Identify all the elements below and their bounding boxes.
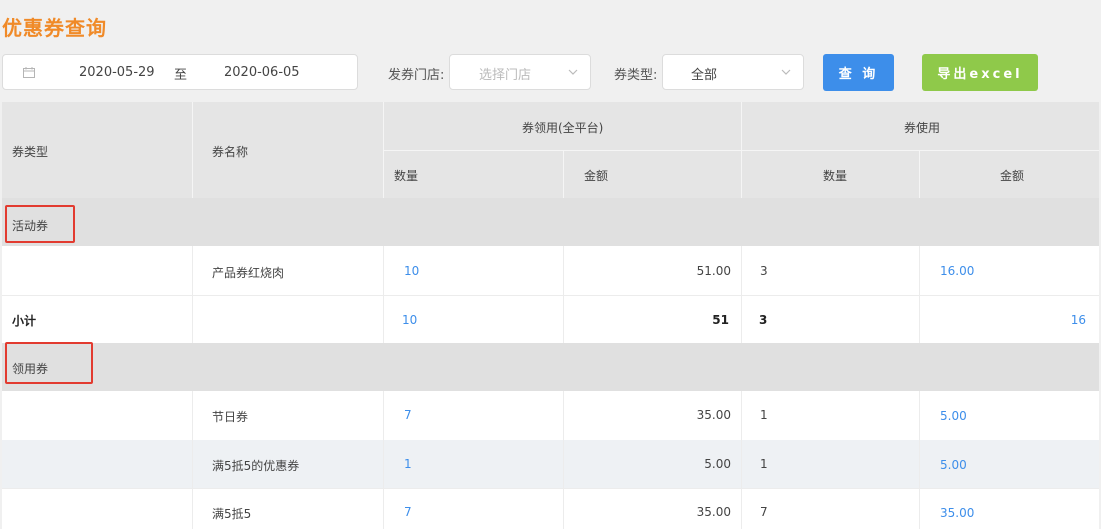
claim-qty-link[interactable]: 7 — [404, 408, 412, 422]
header-claim-qty: 数量 — [394, 169, 419, 183]
claim-amount-cell: 5.00 — [704, 457, 731, 471]
coupon-type-select[interactable]: 全部 — [662, 54, 804, 90]
subtotal-claim-qty[interactable]: 10 — [402, 313, 417, 327]
table-row — [2, 440, 1099, 488]
claim-qty-link[interactable]: 1 — [404, 457, 412, 471]
chevron-down-icon — [568, 69, 578, 75]
coupon-name-cell: 满5抵5的优惠券 — [212, 459, 300, 473]
coupon-name-cell: 节日券 — [212, 410, 249, 424]
coupon-name-cell: 满5抵5 — [212, 507, 252, 521]
query-button[interactable]: 查 询 — [823, 54, 894, 91]
header-claim-amount: 金额 — [584, 169, 609, 183]
coupon-table: 券类型 券名称 券领用(全平台) 券使用 数量 金额 数量 金额 活动券 产品券… — [2, 102, 1099, 529]
store-select[interactable]: 选择门店 — [449, 54, 591, 90]
header-use-group: 券使用 — [904, 121, 941, 135]
header-use-amount: 金额 — [1000, 169, 1025, 183]
date-range-picker[interactable]: 2020-05-29 至 2020-06-05 — [2, 54, 358, 90]
start-date-input[interactable]: 2020-05-29 — [79, 65, 155, 80]
header-use-qty: 数量 — [823, 169, 848, 183]
header-coupon-type: 券类型 — [12, 145, 49, 159]
claim-qty-link[interactable]: 7 — [404, 505, 412, 519]
table-row — [2, 391, 1099, 439]
claim-amount-cell: 35.00 — [696, 505, 731, 519]
use-amount-link[interactable]: 5.00 — [940, 458, 967, 472]
table-row — [2, 488, 1099, 529]
use-qty-cell: 1 — [760, 408, 768, 422]
page-title: 优惠券查询 — [2, 16, 107, 40]
table-row — [2, 246, 1099, 294]
use-amount-link[interactable]: 16.00 — [940, 264, 974, 278]
use-amount-link[interactable]: 35.00 — [940, 506, 974, 520]
use-amount-link[interactable]: 5.00 — [940, 409, 967, 423]
use-qty-cell: 7 — [760, 505, 768, 519]
use-qty-cell: 3 — [760, 264, 768, 278]
subtotal-use-amount[interactable]: 16 — [1071, 313, 1086, 327]
store-filter-label: 发券门店: — [388, 68, 445, 83]
subtotal-claim-amount: 51 — [712, 313, 729, 327]
end-date-input[interactable]: 2020-06-05 — [224, 65, 300, 80]
header-claim-group: 券领用(全平台) — [522, 121, 604, 135]
claim-amount-cell: 35.00 — [696, 408, 731, 422]
type-filter-label: 券类型: — [614, 68, 658, 83]
subtotal-row — [2, 295, 1099, 343]
chevron-down-icon — [781, 69, 791, 75]
subtotal-label: 小计 — [12, 314, 37, 328]
group-row — [2, 343, 1099, 391]
store-select-placeholder: 选择门店 — [479, 68, 532, 83]
date-separator: 至 — [174, 68, 188, 83]
coupon-type-value: 全部 — [691, 68, 718, 83]
header-coupon-name: 券名称 — [212, 145, 249, 159]
highlight-box — [5, 342, 93, 384]
subtotal-use-qty: 3 — [759, 313, 768, 327]
group-row — [2, 198, 1099, 246]
claim-amount-cell: 51.00 — [696, 264, 731, 278]
highlight-box — [5, 205, 75, 243]
export-excel-button[interactable]: 导出excel — [922, 54, 1038, 91]
use-qty-cell: 1 — [760, 457, 768, 471]
claim-qty-link[interactable]: 10 — [404, 264, 419, 278]
coupon-name-cell: 产品券红烧肉 — [212, 266, 285, 280]
calendar-icon — [23, 67, 35, 78]
